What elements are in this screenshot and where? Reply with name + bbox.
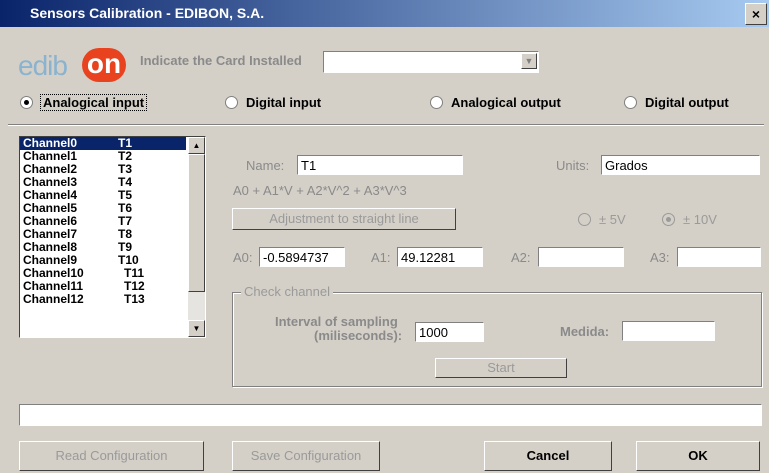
radio-dot-icon — [662, 213, 675, 226]
channel-name: Channel0 — [23, 136, 78, 150]
formula-text: A0 + A1*V + A2*V^2 + A3*V^3 — [233, 183, 407, 198]
radio-label: Digital output — [645, 95, 729, 110]
radio-dot-icon — [225, 96, 238, 109]
a3-field[interactable] — [677, 247, 761, 267]
radio-digital-input[interactable]: Digital input — [225, 95, 321, 110]
channel-name: Channel5 — [23, 201, 78, 215]
channel-name: Channel1 — [23, 149, 78, 163]
radio-digital-output[interactable]: Digital output — [624, 95, 729, 110]
interval-unit-label: (miliseconds): — [314, 328, 403, 343]
channel-name: Channel9 — [23, 253, 78, 267]
channel-name: Channel7 — [23, 227, 78, 241]
a2-label: A2: — [511, 250, 531, 265]
radio-range-10v[interactable]: ± 10V — [662, 212, 717, 227]
radio-range-5v[interactable]: ± 5V — [578, 212, 626, 227]
a1-label: A1: — [371, 250, 391, 265]
title-bar[interactable]: Sensors Calibration - EDIBON, S.A. × — [0, 0, 769, 27]
radio-label: Analogical input — [39, 94, 148, 111]
radio-analogical-input[interactable]: Analogical input — [20, 94, 148, 111]
a0-field[interactable]: -0.5894737 — [259, 247, 345, 267]
radio-label: Analogical output — [451, 95, 561, 110]
status-bar — [19, 404, 762, 426]
interval-label: Interval of sampling — [275, 314, 398, 329]
radio-label: ± 10V — [683, 212, 717, 227]
adjust-line-button[interactable]: Adjustment to straight line — [232, 208, 456, 230]
medida-field[interactable] — [622, 321, 715, 341]
channel-name: Channel11 — [23, 279, 84, 293]
radio-analogical-output[interactable]: Analogical output — [430, 95, 561, 110]
interval-field[interactable]: 1000 — [415, 322, 484, 342]
scroll-thumb[interactable] — [188, 154, 205, 292]
radio-label: Digital input — [246, 95, 322, 110]
channel-list[interactable]: Channel0 T1 Channel1 T2 Channel2 T3 Channel3 T4… — [19, 136, 206, 338]
units-label: Units: — [556, 158, 590, 173]
a0-label: A0: — [233, 250, 253, 265]
logo-text: edib — [18, 50, 68, 81]
name-field[interactable]: T1 — [297, 155, 463, 175]
channel-name: Channel10 — [23, 266, 84, 280]
close-button[interactable]: × — [745, 3, 767, 25]
separator — [8, 124, 764, 126]
name-label: Name: — [246, 158, 285, 173]
a3-label: A3: — [650, 250, 670, 265]
read-config-button[interactable]: Read Configuration — [19, 441, 204, 471]
radio-dot-icon — [20, 96, 33, 109]
channel-name: Channel3 — [23, 175, 78, 189]
channel-tag: T13 — [124, 292, 145, 306]
radio-label: ± 5V — [599, 212, 626, 227]
scroll-up-icon[interactable]: ▲ — [188, 137, 205, 154]
scroll-down-icon[interactable]: ▼ — [188, 320, 205, 337]
channel-name: Channel6 — [23, 214, 78, 228]
radio-dot-icon — [624, 96, 637, 109]
medida-label: Medida: — [560, 324, 610, 339]
list-item[interactable]: Channel12 T13 — [20, 293, 186, 306]
radio-dot-icon — [578, 213, 591, 226]
save-config-button[interactable]: Save Configuration — [232, 441, 380, 471]
radio-dot-icon — [430, 96, 443, 109]
calibration-window: Sensors Calibration - EDIBON, S.A. × edi… — [0, 0, 769, 473]
start-button[interactable]: Start — [435, 358, 567, 378]
channel-name: Channel12 — [23, 292, 84, 306]
channel-name: Channel4 — [23, 188, 78, 202]
units-field[interactable]: Grados — [601, 155, 760, 175]
logo-badge: on — [82, 48, 126, 82]
cancel-button[interactable]: Cancel — [484, 441, 612, 471]
window-title: Sensors Calibration - EDIBON, S.A. — [30, 5, 265, 21]
list-scrollbar[interactable]: ▲ ▼ — [188, 137, 205, 337]
a1-field[interactable]: 49.12281 — [397, 247, 483, 267]
chevron-down-icon[interactable]: ▼ — [521, 53, 537, 69]
channel-rows: Channel0 T1 Channel1 T2 Channel2 T3 Channel3 T4… — [20, 137, 205, 306]
card-label: Indicate the Card Installed — [140, 53, 302, 68]
channel-name: Channel8 — [23, 240, 78, 254]
edibon-logo: edib on — [18, 44, 126, 84]
a2-field[interactable] — [538, 247, 624, 267]
channel-name: Channel2 — [23, 162, 78, 176]
card-select[interactable]: ▼ — [323, 51, 539, 73]
group-legend: Check channel — [241, 284, 333, 299]
ok-button[interactable]: OK — [636, 441, 760, 471]
